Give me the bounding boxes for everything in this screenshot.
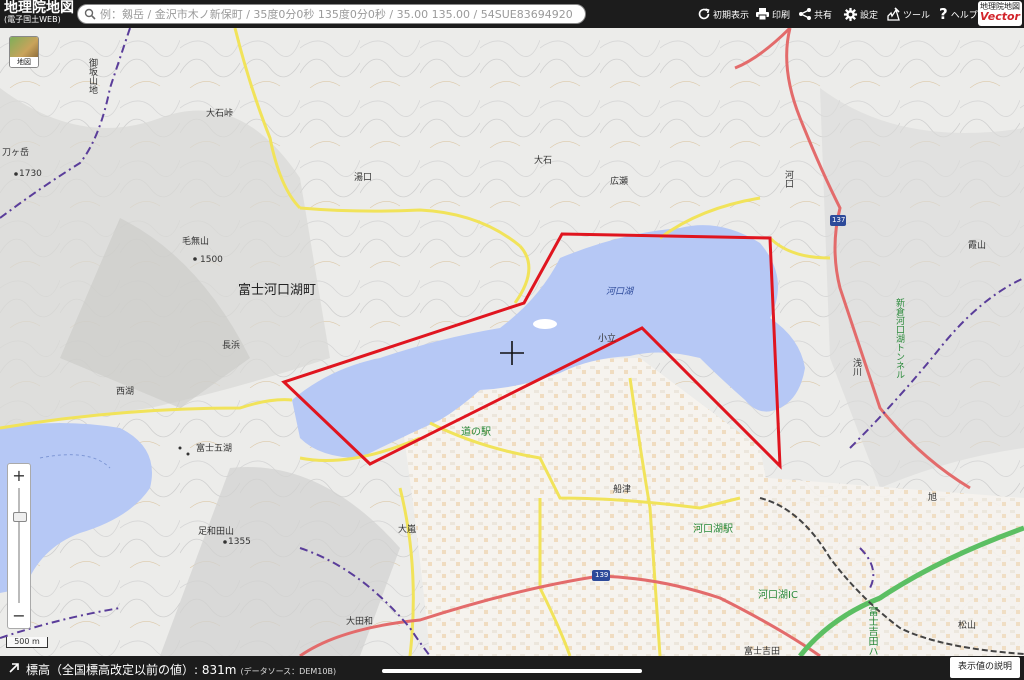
search-icon: [84, 8, 96, 20]
label-gosaka-mountains: 御坂山地: [87, 58, 97, 94]
label-fuji-five-lakes: 富士五湖: [196, 444, 233, 454]
label-oishi-pass: 大石峠: [206, 109, 234, 119]
label-town-name: 富士河口湖町: [238, 283, 317, 298]
gear-icon: [843, 7, 858, 21]
tools-icon: [887, 6, 900, 21]
label-spot-1355: 1355: [228, 537, 251, 547]
settings-button[interactable]: 設定: [843, 4, 878, 24]
label-spot-1730: 1730: [19, 169, 42, 179]
display-value-explanation-button[interactable]: 表示値の説明: [950, 657, 1020, 678]
zoom-slider-track[interactable]: [18, 488, 20, 603]
label-highway: 富士吉田ハイ: [866, 606, 877, 656]
label-michi-no-eki: 道の駅: [461, 427, 491, 438]
settings-label: 設定: [860, 10, 879, 21]
status-bar: 標高（全国標高改定以前の値）: 831m (データソース：DEM10B): [0, 656, 1024, 680]
label-asakawa: 浅川: [851, 358, 861, 376]
question-icon: ?: [939, 5, 948, 23]
elevation-value: 標高（全国標高改定以前の値）: 831m: [26, 663, 237, 677]
label-nagahama: 長浜: [222, 341, 241, 351]
label-tunnel: 新倉河口湖トンネル: [894, 298, 904, 379]
map-layer-label: 地図: [10, 57, 38, 67]
label-otawa: 大田和: [346, 617, 374, 627]
share-button[interactable]: 共有: [798, 4, 832, 24]
tools-label: ツール: [903, 10, 931, 21]
print-button[interactable]: 印刷: [755, 4, 790, 24]
label-asahi: 旭: [928, 493, 938, 503]
app-logo[interactable]: 地理院地図 (電子国土WEB): [4, 1, 74, 24]
print-label: 印刷: [772, 10, 791, 21]
home-indicator: [382, 669, 642, 673]
label-oishi: 大石: [534, 156, 553, 166]
logo-title: 地理院地図: [4, 0, 74, 16]
label-spot-1500: 1500: [200, 255, 223, 265]
route-139-shield: 139: [595, 571, 609, 579]
route-137-shield: 137: [832, 216, 846, 224]
zoom-out-button[interactable]: −: [8, 606, 30, 626]
share-icon: [799, 8, 811, 20]
help-button[interactable]: ? ヘルプ: [939, 4, 978, 24]
label-saiko-area: 西湖: [116, 387, 135, 397]
reset-view-label: 初期表示: [713, 10, 750, 21]
share-label: 共有: [814, 10, 833, 21]
label-oarashi: 大嵐: [398, 525, 417, 535]
help-label: ヘルプ: [950, 10, 978, 21]
label-funatsu: 船津: [613, 485, 632, 495]
label-ashiwada: 足和田山: [198, 527, 235, 537]
logo-subtitle: (電子国土WEB): [4, 15, 61, 24]
printer-icon: [756, 8, 769, 21]
search-input[interactable]: [100, 6, 580, 22]
reset-view-button[interactable]: 初期表示: [697, 4, 749, 24]
label-kodachi: 小立: [598, 334, 617, 344]
scale-bar: 500 m: [6, 637, 48, 648]
vector-brand-button[interactable]: 地理院地図 Vector: [978, 1, 1022, 26]
label-katana: 刀ヶ岳: [2, 148, 30, 158]
data-source: (データソース：DEM10B): [240, 667, 337, 676]
zoom-in-button[interactable]: +: [8, 466, 30, 486]
elevation-readout: 標高（全国標高改定以前の値）: 831m (データソース：DEM10B): [26, 661, 336, 678]
label-kawaguchiko-ic: 河口湖IC: [758, 590, 798, 601]
label-kawaguchi-area: 河口: [783, 170, 793, 188]
label-hirose: 広瀬: [610, 177, 629, 187]
label-fujiyoshida: 富士吉田: [744, 647, 781, 656]
zoom-slider-thumb[interactable]: [13, 512, 27, 522]
search-box[interactable]: [77, 4, 586, 24]
label-kawaguchiko-station: 河口湖駅: [693, 524, 733, 535]
map-graphics: [0, 28, 1024, 656]
label-kenmuyama: 毛無山: [182, 237, 210, 247]
label-kasumiyama: 霞山: [968, 241, 987, 251]
label-yuguchi: 湯口: [354, 173, 373, 183]
zoom-control: + −: [7, 463, 31, 629]
label-lake-kawaguchi: 河口湖: [606, 287, 634, 297]
refresh-icon: [698, 8, 710, 20]
tools-button[interactable]: ツール: [886, 4, 930, 24]
brand-vector: Vector: [980, 10, 1020, 23]
top-toolbar: 地理院地図 (電子国土WEB) 初期表示 印刷 共有 設定 ツール ? ヘルプ …: [0, 0, 1024, 28]
map-thumbnail-icon: [10, 37, 38, 59]
expand-arrow-icon[interactable]: [8, 662, 20, 674]
map-canvas[interactable]: 御坂山地 大石峠 刀ヶ岳 1730 湯口 大石 広瀬 河口 毛無山 1500 富…: [0, 28, 1024, 656]
map-layer-button[interactable]: 地図: [9, 36, 39, 68]
label-matsuyama: 松山: [958, 621, 977, 631]
